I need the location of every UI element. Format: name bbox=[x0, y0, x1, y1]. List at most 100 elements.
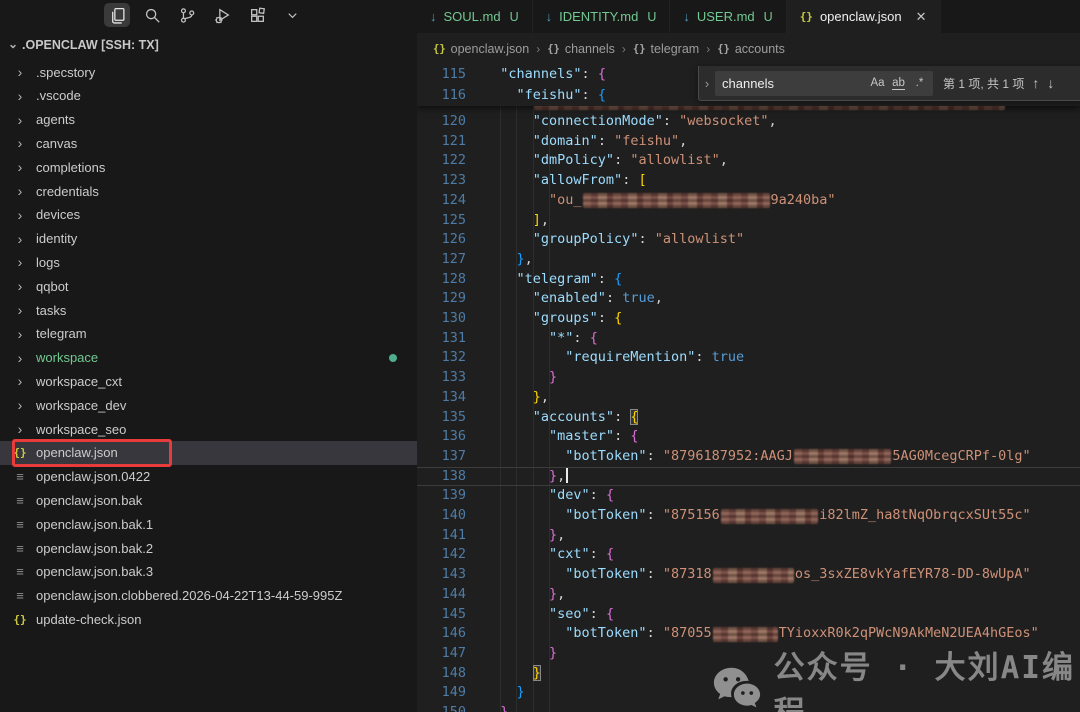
sidebar-item-completions[interactable]: ›completions bbox=[0, 155, 417, 179]
previous-match-icon[interactable]: ↑ bbox=[1032, 75, 1039, 91]
close-icon[interactable]: ✕ bbox=[916, 9, 927, 25]
tab-openclaw.json[interactable]: {}openclaw.json✕ bbox=[787, 0, 941, 33]
code-line-136[interactable]: 136 "master": { bbox=[417, 427, 1080, 447]
code-line-123[interactable]: 123 "allowFrom": [ bbox=[417, 171, 1080, 191]
chevron-down-icon[interactable] bbox=[279, 3, 305, 27]
sidebar-item-.vscode[interactable]: ›.vscode bbox=[0, 84, 417, 108]
code-line-132[interactable]: 132 "requireMention": true bbox=[417, 348, 1080, 368]
code-line-122[interactable]: 122 "dmPolicy": "allowlist", bbox=[417, 151, 1080, 171]
code-line-146[interactable]: 146 "botToken": "87055TYioxxR0k2qPWcN9Ak… bbox=[417, 624, 1080, 644]
line-content: "connectionMode": "websocket", bbox=[484, 112, 777, 132]
code-line-135[interactable]: 135 "accounts": { bbox=[417, 408, 1080, 428]
sidebar-item-workspace_seo[interactable]: ›workspace_seo bbox=[0, 417, 417, 441]
regex-icon[interactable]: .* bbox=[909, 77, 930, 89]
line-number: 134 bbox=[417, 388, 466, 408]
tab-SOUL.md[interactable]: ↓SOUL.mdU bbox=[417, 0, 533, 33]
code-token: "allowlist" bbox=[630, 152, 719, 168]
file-label: completions bbox=[36, 160, 105, 175]
code-line-124[interactable]: 124 "ou_9a240ba" bbox=[417, 191, 1080, 211]
breadcrumb-item-telegram[interactable]: {}telegram bbox=[633, 42, 699, 56]
code-line-134[interactable]: 134 }, bbox=[417, 388, 1080, 408]
sidebar-item-openclaw.json.clobbered.2026-04-22T13-44-59-995Z[interactable]: ≡openclaw.json.clobbered.2026-04-22T13-4… bbox=[0, 584, 417, 608]
match-case-icon[interactable]: Aa bbox=[867, 77, 888, 89]
sidebar-item-devices[interactable]: ›devices bbox=[0, 203, 417, 227]
find-input[interactable]: channels Aa ab .* bbox=[715, 71, 933, 96]
code-line-145[interactable]: 145 "seo": { bbox=[417, 605, 1080, 625]
line-content: "dev": { bbox=[484, 486, 614, 506]
sidebar-item-openclaw.json.bak[interactable]: ≡openclaw.json.bak bbox=[0, 488, 417, 512]
json-file-icon: {} bbox=[12, 446, 28, 459]
breadcrumb-item-openclaw.json[interactable]: {}openclaw.json bbox=[433, 42, 529, 56]
code-line-137[interactable]: 137 "botToken": "8796187952:AAGJ5AG0Mceg… bbox=[417, 447, 1080, 467]
code-token: , bbox=[525, 251, 533, 267]
sidebar-item-agents[interactable]: ›agents bbox=[0, 108, 417, 132]
extensions-icon[interactable] bbox=[244, 3, 270, 27]
code-line-143[interactable]: 143 "botToken": "87318os_3sxZE8vkYafEYR7… bbox=[417, 565, 1080, 585]
code-line-131[interactable]: 131 "*": { bbox=[417, 329, 1080, 349]
sidebar-item-openclaw.json.0422[interactable]: ≡openclaw.json.0422 bbox=[0, 465, 417, 489]
code-line-140[interactable]: 140 "botToken": "875156i82lmZ_ha8tNqObrq… bbox=[417, 506, 1080, 526]
code-line-141[interactable]: 141 }, bbox=[417, 526, 1080, 546]
line-number: 115 bbox=[417, 64, 466, 85]
code-token: : bbox=[590, 606, 606, 622]
sidebar-item-telegram[interactable]: ›telegram bbox=[0, 322, 417, 346]
code-token: "connectionMode" bbox=[533, 113, 663, 129]
code-token: "accounts" bbox=[533, 409, 614, 425]
toggle-replace-chevron-icon[interactable]: › bbox=[699, 76, 715, 91]
line-content: }, bbox=[484, 703, 517, 712]
code-line-144[interactable]: 144 }, bbox=[417, 585, 1080, 605]
code-line-125[interactable]: 125 ], bbox=[417, 211, 1080, 231]
tab-USER.md[interactable]: ↓USER.mdU bbox=[670, 0, 786, 33]
sidebar-item-canvas[interactable]: ›canvas bbox=[0, 131, 417, 155]
code-editor[interactable]: 119 120 "connectionMode": "websocket",12… bbox=[417, 64, 1080, 712]
sidebar-item-openclaw.json.bak.1[interactable]: ≡openclaw.json.bak.1 bbox=[0, 512, 417, 536]
code-line-139[interactable]: 139 "dev": { bbox=[417, 486, 1080, 506]
sidebar-item-credentials[interactable]: ›credentials bbox=[0, 179, 417, 203]
tab-IDENTITY.md[interactable]: ↓IDENTITY.mdU bbox=[533, 0, 671, 33]
source-control-icon[interactable] bbox=[174, 3, 200, 27]
code-line-129[interactable]: 129 "enabled": true, bbox=[417, 289, 1080, 309]
sidebar-item-openclaw.json[interactable]: {}openclaw.json bbox=[0, 441, 417, 465]
code-line-120[interactable]: 120 "connectionMode": "websocket", bbox=[417, 112, 1080, 132]
code-line-133[interactable]: 133 } bbox=[417, 368, 1080, 388]
search-icon[interactable] bbox=[139, 3, 165, 27]
object-symbol-icon: {} bbox=[717, 43, 730, 55]
code-token: { bbox=[630, 409, 638, 425]
sidebar-item-workspace_cxt[interactable]: ›workspace_cxt bbox=[0, 369, 417, 393]
code-token: } bbox=[549, 527, 557, 543]
sidebar-item-logs[interactable]: ›logs bbox=[0, 250, 417, 274]
explorer-root-header[interactable]: ⌄ .OPENCLAW [SSH: TX] bbox=[0, 33, 417, 57]
line-number: 125 bbox=[417, 211, 466, 231]
code-line-121[interactable]: 121 "domain": "feishu", bbox=[417, 132, 1080, 152]
line-content: "botToken": "87055TYioxxR0k2qPWcN9AkMeN2… bbox=[484, 624, 1039, 644]
sidebar-item-openclaw.json.bak.2[interactable]: ≡openclaw.json.bak.2 bbox=[0, 536, 417, 560]
run-and-debug-icon[interactable] bbox=[209, 3, 235, 27]
line-content: "botToken": "87318os_3sxZE8vkYafEYR78-DD… bbox=[484, 565, 1031, 585]
breadcrumb-item-channels[interactable]: {}channels bbox=[547, 42, 615, 56]
find-query[interactable]: channels bbox=[722, 76, 867, 91]
code-line-130[interactable]: 130 "groups": { bbox=[417, 309, 1080, 329]
tab-label: IDENTITY.md bbox=[559, 9, 638, 24]
sidebar-item-qqbot[interactable]: ›qqbot bbox=[0, 274, 417, 298]
code-line-128[interactable]: 128 "telegram": { bbox=[417, 270, 1080, 290]
code-token: i82lmZ_ha8tNqObrqcxSUt55c" bbox=[819, 507, 1030, 523]
sidebar-item-tasks[interactable]: ›tasks bbox=[0, 298, 417, 322]
sidebar-item-update-check.json[interactable]: {}update-check.json bbox=[0, 607, 417, 631]
next-match-icon[interactable]: ↓ bbox=[1047, 75, 1054, 91]
code-line-138[interactable]: 138 }, bbox=[417, 467, 1080, 487]
whole-word-icon[interactable]: ab bbox=[888, 77, 909, 89]
line-number: 140 bbox=[417, 506, 466, 526]
sidebar-item-openclaw.json.bak.3[interactable]: ≡openclaw.json.bak.3 bbox=[0, 560, 417, 584]
code-token bbox=[484, 369, 549, 385]
tab-label: USER.md bbox=[697, 9, 755, 24]
breadcrumb-item-accounts[interactable]: {}accounts bbox=[717, 42, 785, 56]
sidebar-item-workspace[interactable]: ›workspace bbox=[0, 346, 417, 370]
sidebar-item-.specstory[interactable]: ›.specstory bbox=[0, 60, 417, 84]
explorer-icon[interactable] bbox=[104, 3, 130, 27]
code-token: "enabled" bbox=[533, 290, 606, 306]
code-line-142[interactable]: 142 "cxt": { bbox=[417, 545, 1080, 565]
code-line-126[interactable]: 126 "groupPolicy": "allowlist" bbox=[417, 230, 1080, 250]
sidebar-item-workspace_dev[interactable]: ›workspace_dev bbox=[0, 393, 417, 417]
sidebar-item-identity[interactable]: ›identity bbox=[0, 227, 417, 251]
code-line-127[interactable]: 127 }, bbox=[417, 250, 1080, 270]
